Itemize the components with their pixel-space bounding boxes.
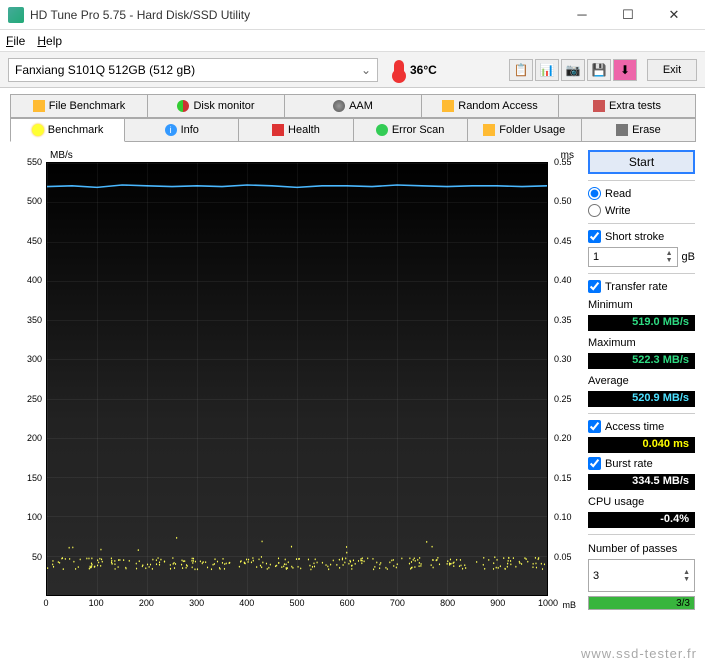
- exit-button[interactable]: Exit: [647, 59, 697, 81]
- cpu-usage-label: CPU usage: [588, 496, 695, 508]
- transfer-rate-check[interactable]: Transfer rate: [588, 280, 695, 293]
- temperature-value: 36°C: [410, 63, 437, 77]
- maximum-label: Maximum: [588, 337, 695, 349]
- chart-frame: 50100150200250300350400450500550 0.050.1…: [10, 162, 580, 610]
- menu-help[interactable]: Help: [37, 34, 62, 48]
- lightbulb-icon: [32, 124, 44, 136]
- side-panel: Start Read Write Short stroke 1▲▼ gB Tra…: [588, 150, 695, 610]
- short-stroke-unit: gB: [682, 251, 695, 263]
- copy-icon[interactable]: 📋: [509, 59, 533, 81]
- tab-erase[interactable]: Erase: [581, 118, 696, 142]
- progress-text: 3/3: [676, 597, 690, 611]
- cpu-usage-value: -0.4%: [588, 512, 695, 528]
- menu-file[interactable]: File: [6, 34, 25, 48]
- burst-rate-value: 334.5 MB/s: [588, 474, 695, 490]
- short-stroke-row: 1▲▼ gB: [588, 247, 695, 267]
- tab-row-top: File Benchmark Disk monitor AAM Random A…: [10, 94, 695, 118]
- window-controls: ─ ☐ ✕: [559, 0, 697, 30]
- short-stroke-input[interactable]: 1▲▼: [588, 247, 678, 267]
- file-icon: [33, 100, 45, 112]
- titlebar: HD Tune Pro 5.75 - Hard Disk/SSD Utility…: [0, 0, 705, 30]
- minimum-value: 519.0 MB/s: [588, 315, 695, 331]
- x-axis-unit: mB: [563, 600, 577, 610]
- tab-error-scan[interactable]: Error Scan: [353, 118, 468, 142]
- options-icon[interactable]: ⬇: [613, 59, 637, 81]
- read-radio[interactable]: Read: [588, 187, 695, 200]
- passes-label: Number of passes: [588, 543, 695, 555]
- maximize-button[interactable]: ☐: [605, 0, 651, 30]
- magnifier-icon: [376, 124, 388, 136]
- minimum-label: Minimum: [588, 299, 695, 311]
- extra-icon: [593, 100, 605, 112]
- toolbar-icons: 📋 📊 📷 💾 ⬇: [509, 59, 637, 81]
- passes-input[interactable]: 3▲▼: [588, 559, 695, 592]
- watermark: www.ssd-tester.fr: [581, 646, 697, 661]
- maximum-value: 522.3 MB/s: [588, 353, 695, 369]
- spinner-arrows-icon[interactable]: ▲▼: [683, 569, 690, 583]
- info-icon: i: [165, 124, 177, 136]
- average-value: 520.9 MB/s: [588, 391, 695, 407]
- tab-file-benchmark[interactable]: File Benchmark: [10, 94, 148, 118]
- plus-icon: [272, 124, 284, 136]
- access-time-value: 0.040 ms: [588, 437, 695, 453]
- trash-icon: [616, 124, 628, 136]
- minimize-button[interactable]: ─: [559, 0, 605, 30]
- y-axis-left-ticks: 50100150200250300350400450500550: [10, 162, 44, 610]
- tab-random-access[interactable]: Random Access: [421, 94, 559, 118]
- save-icon[interactable]: 💾: [587, 59, 611, 81]
- chevron-down-icon: ⌄: [361, 63, 371, 77]
- main-content: MB/s ms 50100150200250300350400450500550…: [0, 142, 705, 610]
- y-axis-left-label: MB/s: [50, 150, 73, 161]
- tabs-area: File Benchmark Disk monitor AAM Random A…: [0, 88, 705, 142]
- menubar: File Help: [0, 30, 705, 52]
- temperature-display: 36°C: [394, 60, 437, 80]
- start-button[interactable]: Start: [588, 150, 695, 174]
- copy-chart-icon[interactable]: 📊: [535, 59, 559, 81]
- tab-row-bottom: Benchmark iInfo Health Error Scan Folder…: [10, 118, 695, 142]
- toolbar: Fanxiang S101Q 512GB (512 gB) ⌄ 36°C 📋 📊…: [0, 52, 705, 88]
- burst-rate-check[interactable]: Burst rate: [588, 457, 695, 470]
- drive-name: Fanxiang S101Q 512GB (512 gB): [15, 63, 195, 77]
- screenshot-icon[interactable]: 📷: [561, 59, 585, 81]
- tab-aam[interactable]: AAM: [284, 94, 422, 118]
- write-radio[interactable]: Write: [588, 204, 695, 217]
- folder-icon: [483, 124, 495, 136]
- app-icon: [8, 7, 24, 23]
- tab-disk-monitor[interactable]: Disk monitor: [147, 94, 285, 118]
- tab-extra-tests[interactable]: Extra tests: [558, 94, 696, 118]
- tab-benchmark[interactable]: Benchmark: [10, 118, 125, 142]
- disk-icon: [177, 100, 189, 112]
- random-icon: [442, 100, 454, 112]
- access-time-check[interactable]: Access time: [588, 420, 695, 433]
- passes-progress: 3/3: [588, 596, 695, 610]
- thermometer-icon: [394, 60, 404, 80]
- spinner-arrows-icon[interactable]: ▲▼: [666, 250, 673, 264]
- speaker-icon: [333, 100, 345, 112]
- x-axis-ticks: mB 01002003004005006007008009001000: [46, 598, 548, 610]
- chart-column: MB/s ms 50100150200250300350400450500550…: [10, 150, 580, 610]
- drive-select[interactable]: Fanxiang S101Q 512GB (512 gB) ⌄: [8, 58, 378, 82]
- close-button[interactable]: ✕: [651, 0, 697, 30]
- y-axis-right-ticks: 0.050.100.150.200.250.300.350.400.450.50…: [550, 162, 580, 610]
- tab-health[interactable]: Health: [238, 118, 353, 142]
- tab-folder-usage[interactable]: Folder Usage: [467, 118, 582, 142]
- tab-info[interactable]: iInfo: [124, 118, 239, 142]
- chart-plot: [46, 162, 548, 596]
- short-stroke-check[interactable]: Short stroke: [588, 230, 695, 243]
- window-title: HD Tune Pro 5.75 - Hard Disk/SSD Utility: [30, 8, 559, 22]
- average-label: Average: [588, 375, 695, 387]
